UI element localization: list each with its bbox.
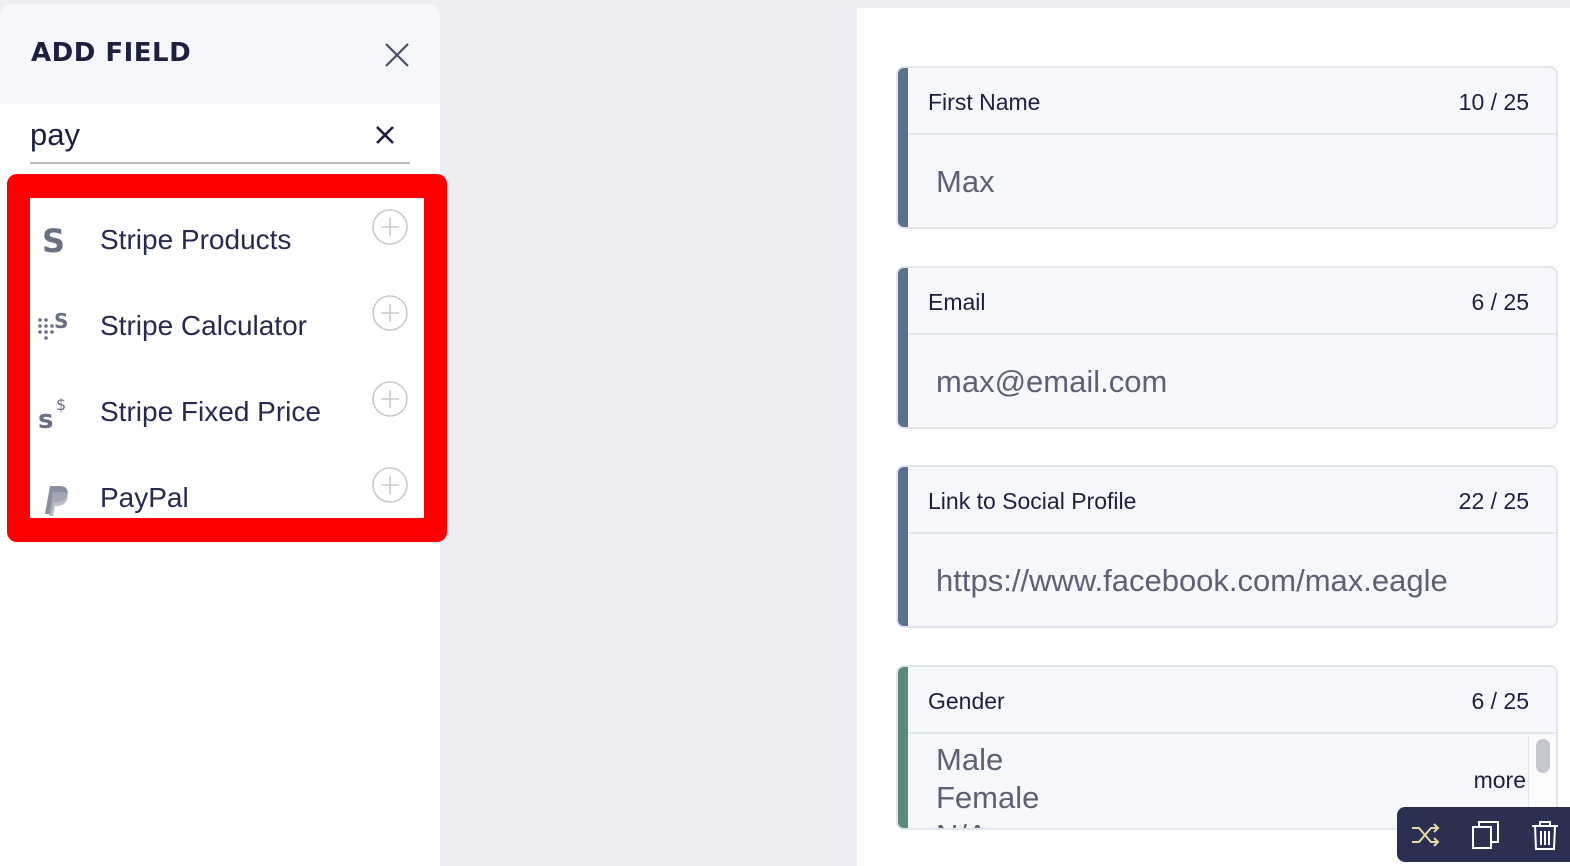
- plus-circle-icon: [372, 381, 408, 417]
- field-header: Link to Social Profile 22 / 25: [908, 467, 1556, 534]
- field-label: Email: [928, 289, 986, 315]
- result-item-stripe-fixed-price[interactable]: s $ Stripe Fixed Price: [30, 370, 424, 454]
- field-count: 22 / 25: [1458, 488, 1529, 514]
- close-icon: [385, 43, 409, 67]
- gender-options: Male Female N/A: [936, 741, 1040, 828]
- field-accent: [898, 667, 908, 828]
- add-stripe-products-button[interactable]: [371, 208, 409, 246]
- stripe-icon: S: [36, 220, 76, 260]
- copy-icon: [1472, 821, 1499, 849]
- field-count: 10 / 25: [1458, 89, 1529, 115]
- stripe-dollar-icon: s $: [36, 392, 76, 435]
- trash-icon: [1532, 821, 1558, 850]
- field-accent: [898, 68, 908, 227]
- gender-option: N/A: [936, 817, 1039, 828]
- field-email[interactable]: Email 6 / 25 max@email.com: [896, 266, 1558, 429]
- field-accent: [898, 467, 908, 626]
- svg-text:S: S: [54, 309, 68, 333]
- field-value: max@email.com: [936, 364, 1168, 399]
- add-stripe-fixed-price-button[interactable]: [371, 380, 409, 418]
- result-item-stripe-calculator[interactable]: S Stripe Calculator: [30, 284, 424, 368]
- paypal-icon: [36, 478, 76, 518]
- field-header: Email 6 / 25: [908, 268, 1556, 335]
- field-value: https://www.facebook.com/max.eagle: [936, 563, 1448, 598]
- close-panel-button[interactable]: [378, 36, 416, 74]
- more-link[interactable]: more: [1474, 767, 1526, 794]
- svg-text:$: $: [56, 395, 66, 414]
- shuffle-icon: [1412, 823, 1440, 847]
- field-gender[interactable]: Gender 6 / 25 Male Female N/A more: [896, 665, 1558, 830]
- search-input[interactable]: [30, 112, 360, 158]
- result-label: Stripe Calculator: [100, 310, 307, 341]
- field-first-name[interactable]: First Name 10 / 25 Max: [896, 66, 1558, 229]
- search-field: [30, 112, 410, 164]
- result-label: Stripe Products: [100, 224, 292, 255]
- search-results: S Stripe Products S Stripe Calculator s …: [30, 198, 424, 518]
- field-count: 6 / 25: [1471, 688, 1529, 714]
- result-label: PayPal: [100, 482, 189, 513]
- form-preview: First Name 10 / 25 Max Email 6 / 25 max@…: [857, 8, 1570, 866]
- gender-option: Male: [936, 742, 1004, 777]
- field-toolbar: [1397, 807, 1570, 862]
- gender-option: Female: [936, 780, 1040, 815]
- result-item-stripe-products[interactable]: S Stripe Products: [30, 198, 424, 282]
- duplicate-button[interactable]: [1469, 818, 1503, 852]
- result-label: Stripe Fixed Price: [100, 396, 321, 427]
- scrollbar-thumb[interactable]: [1536, 739, 1550, 773]
- plus-circle-icon: [372, 209, 408, 245]
- field-label: Gender: [928, 688, 1005, 714]
- field-count: 6 / 25: [1471, 289, 1529, 315]
- field-header: First Name 10 / 25: [908, 68, 1556, 135]
- add-paypal-button[interactable]: [371, 466, 409, 504]
- stripe-calculator-icon: S: [36, 306, 76, 346]
- field-header: Gender 6 / 25: [908, 667, 1556, 734]
- svg-text:S: S: [42, 222, 65, 260]
- shuffle-button[interactable]: [1409, 818, 1443, 852]
- clear-search-button[interactable]: [370, 120, 400, 150]
- panel-header: ADD FIELD: [0, 4, 440, 104]
- clear-icon: [376, 126, 394, 144]
- field-value: Max: [936, 164, 995, 199]
- result-item-paypal[interactable]: PayPal: [30, 456, 424, 540]
- plus-circle-icon: [372, 295, 408, 331]
- plus-circle-icon: [372, 467, 408, 503]
- field-label: First Name: [928, 89, 1041, 115]
- panel-title: ADD FIELD: [31, 38, 192, 68]
- delete-button[interactable]: [1528, 818, 1562, 852]
- field-social-profile[interactable]: Link to Social Profile 22 / 25 https://w…: [896, 465, 1558, 628]
- add-stripe-calculator-button[interactable]: [371, 294, 409, 332]
- field-accent: [898, 268, 908, 427]
- field-label: Link to Social Profile: [928, 488, 1137, 514]
- svg-text:s: s: [38, 405, 53, 432]
